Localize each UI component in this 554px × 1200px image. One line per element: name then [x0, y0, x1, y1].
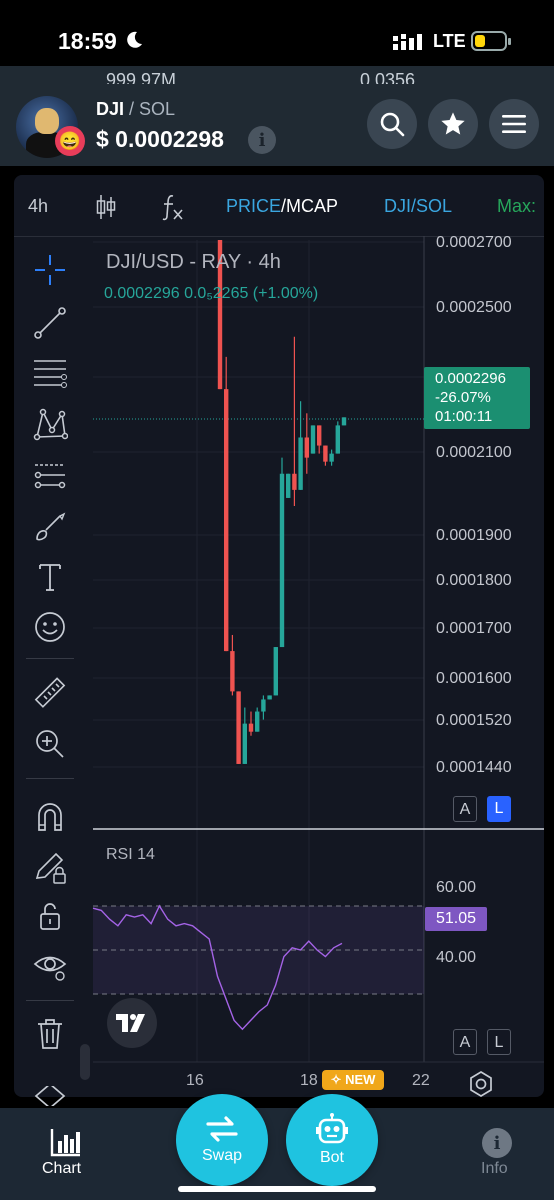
- auto-scale-button[interactable]: A: [453, 796, 477, 822]
- candles-layer: [93, 240, 424, 764]
- price-axis-label: 0.0001900: [436, 527, 512, 544]
- candle: [329, 453, 334, 462]
- rsi-value-tag: 51.05: [425, 907, 487, 931]
- candle: [261, 699, 266, 712]
- rsi-label: RSI 14: [106, 846, 155, 863]
- tradingview-logo[interactable]: [107, 998, 157, 1048]
- info-icon[interactable]: i: [482, 1128, 512, 1158]
- price-axis-label: 0.0001600: [436, 670, 512, 687]
- price-axis-label: 0.0002100: [436, 444, 512, 461]
- rsi-log-scale-button[interactable]: L: [487, 1029, 511, 1055]
- candle-countdown: 01:00:11: [435, 408, 493, 425]
- candle: [255, 711, 260, 732]
- candle: [224, 389, 229, 652]
- chart-bar-icon[interactable]: [50, 1127, 82, 1157]
- current-price-value: 0.0002296: [435, 370, 506, 387]
- price-axis-label: 0.0002500: [436, 299, 512, 316]
- price-axis-label: 0.0001700: [436, 620, 512, 637]
- rsi-axis-label: 60.00: [436, 879, 477, 896]
- price-chart[interactable]: [0, 0, 554, 1200]
- candle: [286, 473, 291, 498]
- candle: [292, 473, 297, 490]
- time-axis-label: 22: [412, 1072, 430, 1089]
- nav-info-label[interactable]: Info: [481, 1160, 508, 1178]
- candle: [248, 723, 254, 732]
- chart-legend-title: DJI/USD - RAY · 4h: [106, 251, 281, 273]
- chart-legend-values: 0.0002296 0.0₅2265 (+1.00%): [104, 285, 319, 302]
- price-axis-label: 0.0001520: [436, 712, 512, 729]
- candle: [242, 723, 247, 764]
- swap-arrows-icon: [206, 1116, 238, 1142]
- home-indicator: [178, 1186, 376, 1192]
- time-axis-label: 18: [300, 1072, 318, 1089]
- rsi-auto-scale-button[interactable]: A: [453, 1029, 477, 1055]
- candle: [230, 651, 235, 692]
- candle: [273, 647, 278, 696]
- candle: [236, 691, 241, 764]
- swap-button[interactable]: Swap: [176, 1094, 268, 1186]
- tradingview-icon: [116, 1014, 145, 1032]
- chart-settings-icon[interactable]: [466, 1069, 496, 1099]
- current-price-change: -26.07%: [435, 389, 491, 406]
- current-price-tag: 0.0002296 -26.07% 01:00:11: [424, 367, 530, 429]
- bot-label: Bot: [319, 1149, 344, 1166]
- nav-chart-label[interactable]: Chart: [42, 1160, 81, 1178]
- rsi-axis-label: 40.00: [436, 949, 477, 966]
- candle: [335, 425, 340, 454]
- bot-button[interactable]: Bot: [286, 1094, 378, 1186]
- candle: [279, 473, 285, 648]
- candle: [304, 437, 309, 458]
- swap-label: Swap: [201, 1147, 243, 1164]
- candle: [317, 425, 322, 446]
- time-axis-label: 16: [186, 1072, 204, 1089]
- price-axis-label: 0.0002700: [436, 234, 512, 251]
- price-axis-label: 0.0001440: [436, 759, 512, 776]
- log-scale-button[interactable]: L: [487, 796, 511, 822]
- candle: [341, 417, 347, 426]
- candle: [310, 425, 316, 454]
- candle: [323, 445, 328, 462]
- candle: [267, 695, 272, 700]
- candle: [298, 437, 303, 490]
- new-badge: ✧ NEW: [322, 1070, 384, 1090]
- price-axis-label: 0.0001800: [436, 572, 512, 589]
- robot-icon: [316, 1113, 348, 1144]
